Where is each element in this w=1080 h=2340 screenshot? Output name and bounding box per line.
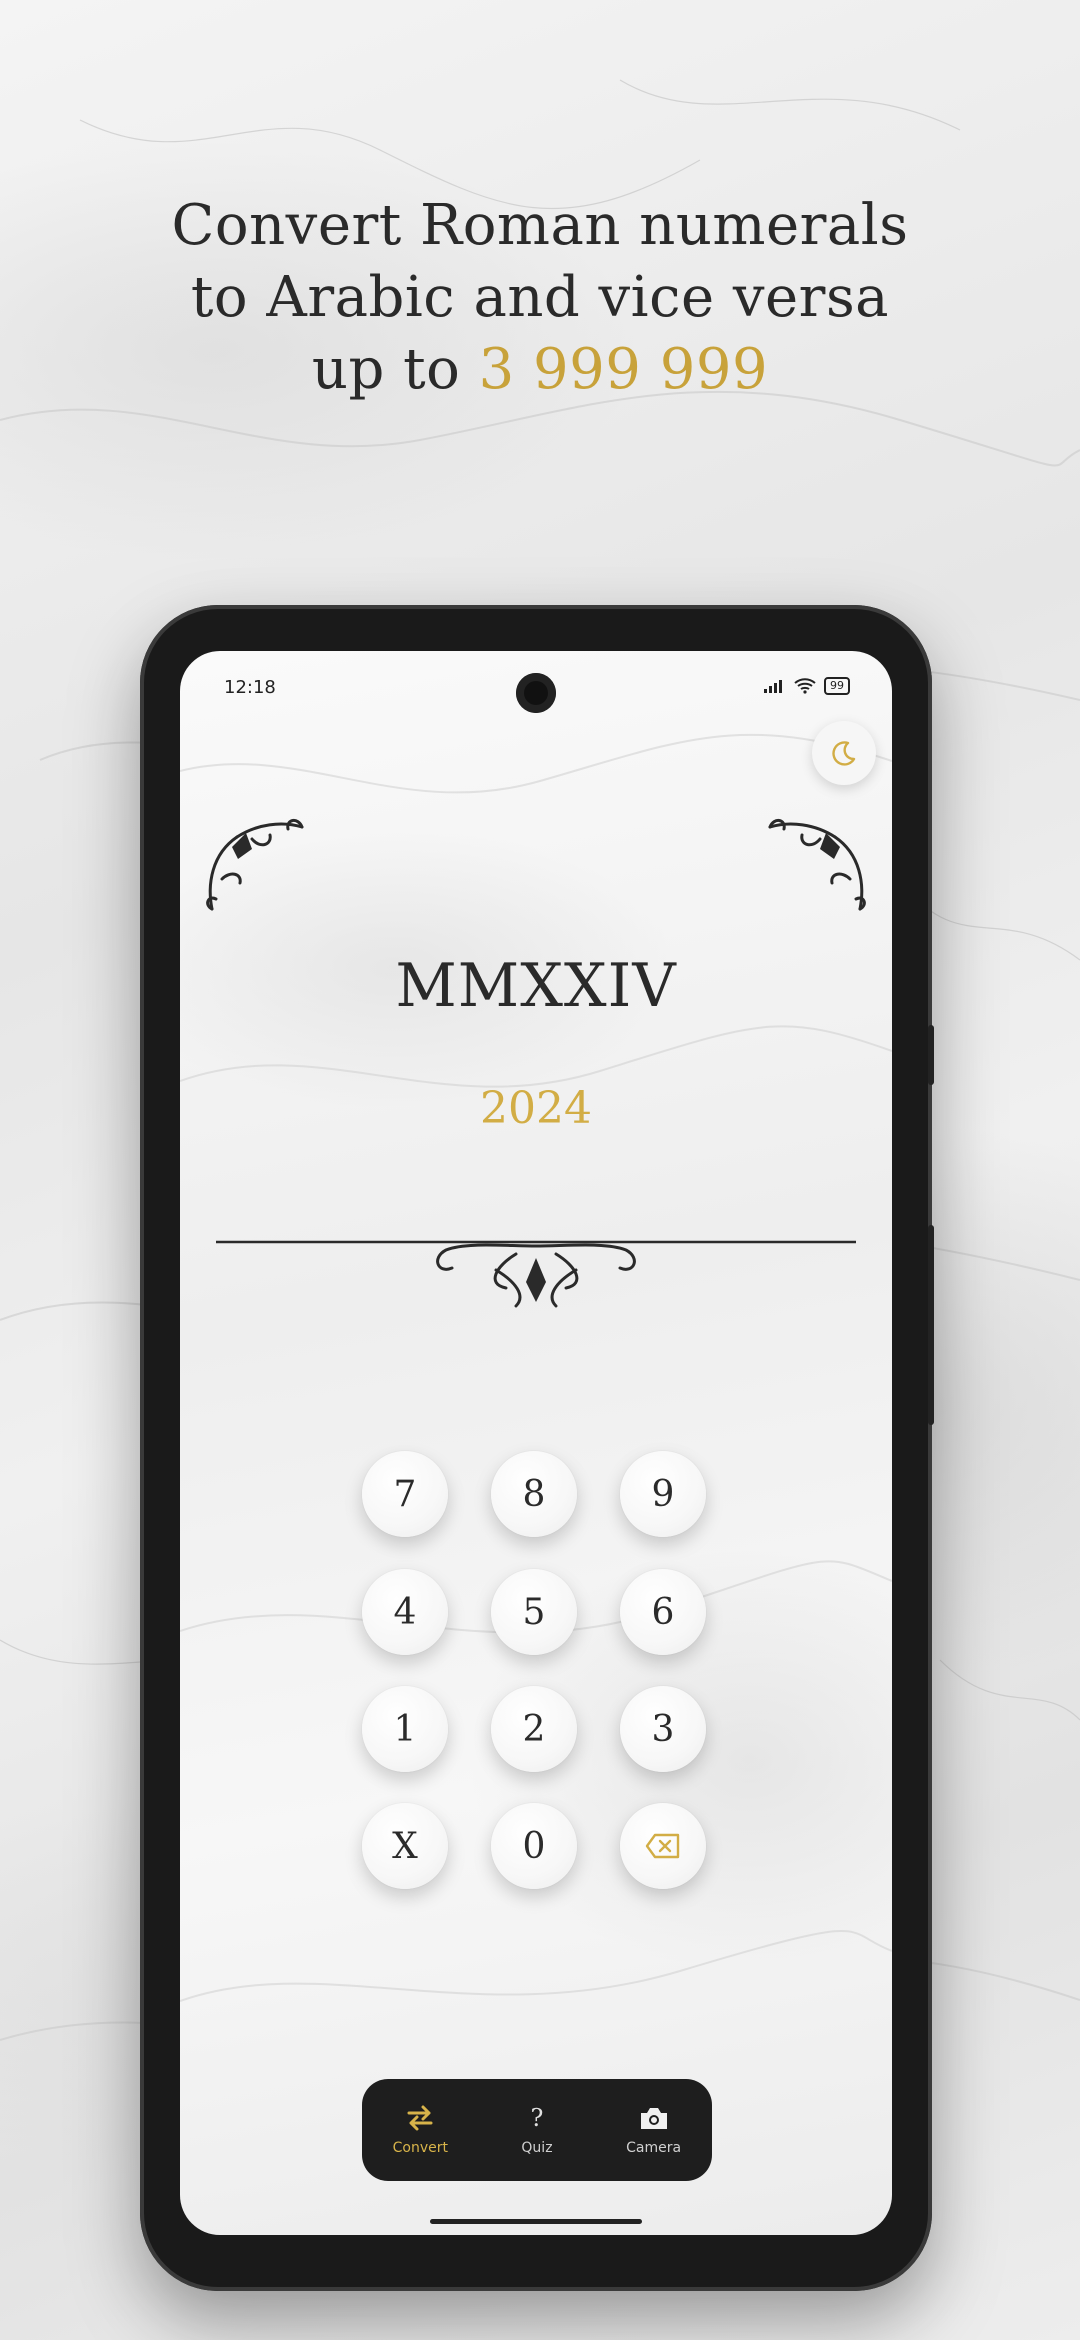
theme-toggle-button[interactable] — [812, 721, 876, 785]
backspace-button[interactable] — [620, 1803, 706, 1889]
nav-convert[interactable]: Convert — [370, 2104, 470, 2156]
roman-output: MMXXIV — [395, 951, 677, 1021]
camera-icon — [640, 2108, 667, 2129]
signal-icon — [764, 680, 782, 693]
status-time: 12:18 — [224, 677, 276, 698]
key-3[interactable]: 3 — [620, 1686, 706, 1772]
phone-volume-button — [928, 1225, 934, 1425]
nav-camera-label: Camera — [626, 2140, 682, 2156]
nav-camera[interactable]: Camera — [604, 2104, 704, 2156]
bottom-navigation: Convert ? Quiz Camera — [362, 2079, 712, 2181]
headline-line-1: Convert Roman numerals — [171, 193, 909, 258]
key-x[interactable]: X — [362, 1803, 448, 1889]
headline-prefix: up to — [311, 337, 479, 402]
phone-frame: 12:18 99 MMXXIV 2024 7 8 9 4 5 6 1 2 3 X… — [140, 605, 934, 2291]
arabic-input[interactable]: 2024 — [180, 1083, 892, 1134]
headline-line-3: up to 3 999 999 — [0, 334, 1080, 406]
key-0[interactable]: 0 — [491, 1803, 577, 1889]
ornament-divider — [216, 1240, 856, 1308]
key-4[interactable]: 4 — [362, 1569, 448, 1655]
key-2[interactable]: 2 — [491, 1686, 577, 1772]
nav-quiz[interactable]: ? Quiz — [487, 2104, 587, 2156]
key-9[interactable]: 9 — [620, 1451, 706, 1537]
headline: Convert Roman numerals to Arabic and vic… — [0, 190, 1080, 406]
phone-side-button — [928, 1025, 934, 1085]
status-icons: 99 — [764, 677, 850, 695]
app-screen: 12:18 99 MMXXIV 2024 7 8 9 4 5 6 1 2 3 X… — [180, 651, 892, 2235]
backspace-icon — [645, 1833, 680, 1859]
key-1[interactable]: 1 — [362, 1686, 448, 1772]
headline-line-2: to Arabic and vice versa — [190, 265, 890, 330]
key-7[interactable]: 7 — [362, 1451, 448, 1537]
key-8[interactable]: 8 — [491, 1451, 577, 1537]
ornament-corner-right — [768, 819, 866, 911]
moon-icon — [832, 741, 856, 766]
ornament-corner-left — [206, 819, 304, 911]
front-camera — [516, 673, 556, 713]
wifi-icon — [794, 678, 816, 694]
key-5[interactable]: 5 — [491, 1569, 577, 1655]
home-indicator[interactable] — [430, 2219, 642, 2224]
key-6[interactable]: 6 — [620, 1569, 706, 1655]
question-icon: ? — [530, 2104, 544, 2132]
swap-icon — [407, 2105, 433, 2131]
nav-quiz-label: Quiz — [521, 2140, 553, 2156]
headline-limit: 3 999 999 — [478, 337, 769, 402]
nav-convert-label: Convert — [392, 2140, 448, 2156]
battery-indicator: 99 — [824, 677, 850, 695]
